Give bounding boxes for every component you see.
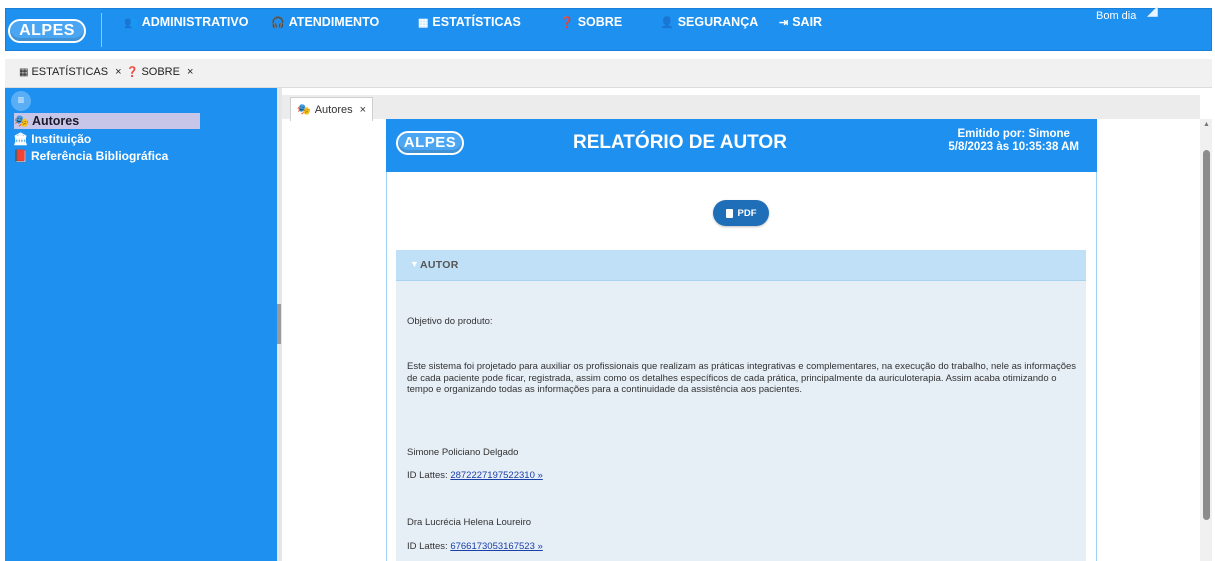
tab-label: SOBRE — [141, 66, 180, 78]
report-logo: ALPES — [396, 131, 464, 155]
nav-label: SAIR — [792, 15, 823, 29]
nav-estatisticas[interactable]: ▦ ESTATÍSTICAS — [418, 15, 521, 29]
objective-label: Objetivo do produto: — [407, 316, 493, 327]
lattes-row: ID Lattes: 2872227197522310 » — [407, 470, 543, 481]
book-icon: 📕 — [13, 149, 28, 163]
nav-label: SOBRE — [577, 15, 623, 29]
sidebar-item-label: Instituição — [31, 132, 92, 146]
tab-autores[interactable]: 🎭 Autores × — [290, 97, 374, 121]
inner-tab-bar — [282, 95, 1200, 119]
nav-sobre[interactable]: ❓ SOBRE — [560, 15, 622, 29]
nav-sair[interactable]: ⇥ SAIR — [779, 15, 822, 29]
authors-icon: 🎭 — [14, 114, 29, 128]
report-title: RELATÓRIO DE AUTOR — [573, 132, 787, 153]
report-issued-info: Emitido por: Simone 5/8/2023 às 10:35:38… — [948, 128, 1079, 154]
question-icon: ❓ — [126, 66, 139, 78]
close-icon[interactable]: × — [187, 66, 193, 78]
sidebar-item-label: Autores — [31, 114, 80, 128]
question-icon: ❓ — [560, 16, 574, 29]
nav-label: ADMINISTRATIVO — [141, 15, 249, 29]
app-logo[interactable]: ALPES — [8, 19, 86, 43]
sign-out-icon: ⇥ — [779, 16, 789, 29]
menu-toggle-button[interactable]: ≡ — [11, 91, 31, 111]
tab-estatisticas[interactable]: ▦ ESTATÍSTICAS × — [19, 66, 122, 78]
chart-icon: ▦ — [19, 66, 29, 78]
author-name: Dra Lucrécia Helena Loureiro — [407, 517, 532, 528]
nav-label: SEGURANÇA — [677, 15, 759, 29]
chevron-down-icon: ▼ — [410, 259, 419, 269]
nav-label: ATENDIMENTO — [288, 15, 380, 29]
pdf-button-label: PDF — [737, 207, 757, 219]
close-icon[interactable]: × — [115, 66, 121, 78]
product-description: Este sistema foi projetado para auxiliar… — [407, 361, 1077, 395]
pdf-button[interactable]: PDF — [713, 200, 769, 226]
sidebar-item-autores[interactable]: 🎭 Autores — [14, 113, 200, 129]
lattes-label: ID Lattes: — [407, 541, 448, 552]
nav-administrativo[interactable]: 👥 ADMINISTRATIVO — [124, 15, 248, 29]
nav-label: ESTATÍSTICAS — [432, 15, 521, 29]
report-header: ALPES RELATÓRIO DE AUTOR Emitido por: Si… — [386, 119, 1097, 172]
sidebar-item-referencia-bibliografica[interactable]: 📕 Referência Bibliográfica — [13, 149, 168, 163]
institution-icon: 🏛 — [13, 132, 29, 146]
user-plus-icon: 👤 — [660, 16, 674, 29]
author-section-header[interactable]: ▼ AUTOR — [396, 250, 1086, 281]
lattes-link[interactable]: 6766173053167523 » — [450, 541, 542, 552]
section-label: AUTOR — [420, 259, 459, 271]
sidebar: ≡ 🎭 Autores 🏛 Instituição 📕 Referência B… — [5, 88, 277, 561]
lattes-row: ID Lattes: 6766173053167523 » — [407, 541, 543, 552]
tab-label: ESTATÍSTICAS — [31, 66, 109, 78]
tab-label: Autores — [314, 103, 353, 116]
users-icon: 👥 — [124, 16, 138, 29]
greeting-text: Bom dia — [1096, 10, 1137, 22]
close-icon[interactable]: × — [360, 104, 366, 116]
nav-atendimento[interactable]: 🎧 ATENDIMENTO — [271, 15, 379, 29]
navbar-divider — [101, 13, 102, 47]
splitter-handle[interactable] — [277, 304, 281, 344]
chart-icon: ▦ — [418, 16, 429, 29]
authors-icon: 🎭 — [297, 104, 311, 116]
scroll-up-arrow[interactable]: ▲ — [1203, 121, 1210, 128]
user-avatar-icon[interactable]: ◢ — [1147, 2, 1158, 19]
file-icon — [725, 208, 733, 218]
issued-at: 5/8/2023 às 10:35:38 AM — [948, 141, 1079, 153]
sidebar-item-label: Referência Bibliográfica — [30, 149, 169, 163]
issued-by: Emitido por: Simone — [957, 128, 1070, 140]
nav-seguranca[interactable]: 👤 SEGURANÇA — [660, 15, 758, 29]
lattes-label: ID Lattes: — [407, 470, 448, 481]
sidebar-item-instituicao[interactable]: 🏛 Instituição — [13, 132, 91, 146]
lattes-link[interactable]: 2872227197522310 » — [450, 470, 542, 481]
author-name: Simone Policiano Delgado — [407, 447, 519, 458]
scrollbar-thumb[interactable] — [1203, 150, 1210, 520]
tab-sobre[interactable]: ❓ SOBRE × — [126, 66, 193, 78]
headset-icon: 🎧 — [271, 16, 285, 29]
